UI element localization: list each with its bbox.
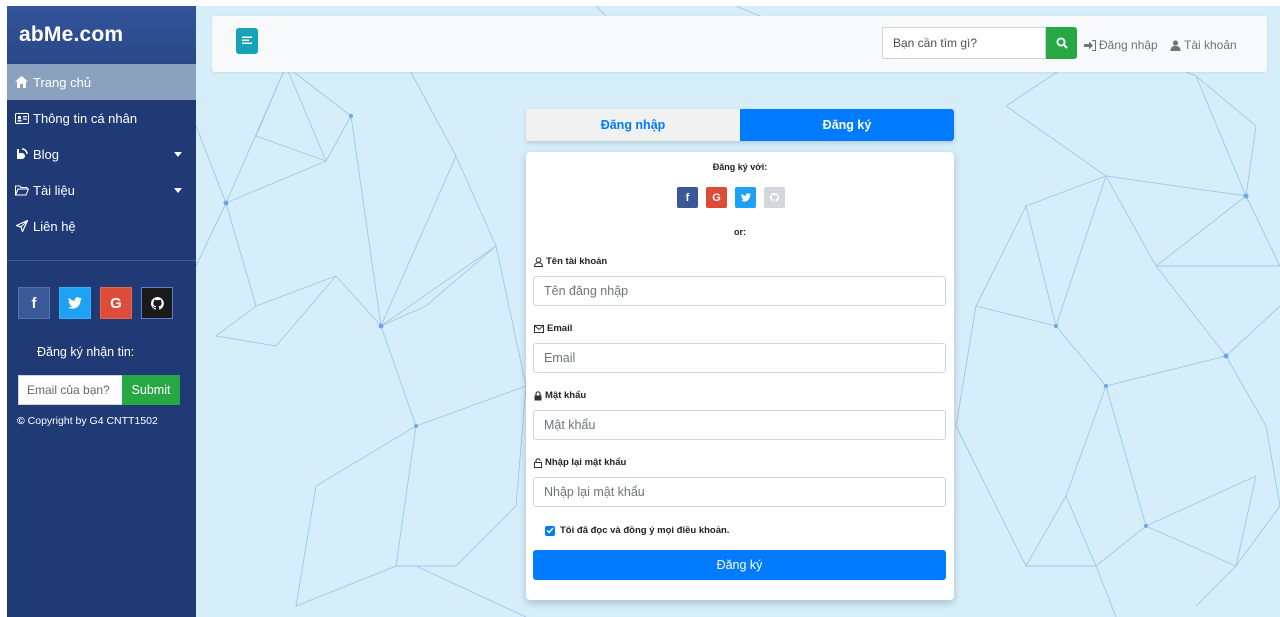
- facebook-icon: f: [685, 191, 690, 204]
- main-area: Đăng nhập Tài khoản Đăng nhập Đăng ký Đă…: [196, 6, 1280, 617]
- confirm-password-label-text: Nhập lại mật khẩu: [545, 457, 627, 468]
- twitter-icon: [740, 193, 751, 202]
- copyright-text: Copyright by G4 CNTT1502: [27, 415, 158, 427]
- username-input[interactable]: [533, 276, 946, 306]
- terms-agreement: Tôi đã đọc và đồng ý mọi điều khoản.: [545, 525, 729, 536]
- menu-icon: [242, 36, 252, 44]
- facebook-button[interactable]: f: [18, 287, 50, 319]
- email-input[interactable]: [533, 343, 946, 373]
- tab-login[interactable]: Đăng nhập: [526, 109, 740, 141]
- envelope-icon: [534, 324, 544, 333]
- username-label-text: Tên tài khoản: [546, 256, 608, 267]
- register-socials: f G: [677, 187, 785, 208]
- tab-register[interactable]: Đăng ký: [740, 109, 954, 141]
- id-card-icon: [13, 112, 30, 124]
- newsletter-form: Submit: [18, 375, 196, 405]
- github-icon: [770, 193, 779, 202]
- sidebar-item-contact[interactable]: Liên hệ: [7, 208, 196, 244]
- register-github-button[interactable]: [764, 187, 785, 208]
- email-label: Email: [534, 323, 572, 334]
- sign-in-icon: [1084, 39, 1096, 51]
- copyright: © Copyright by G4 CNTT1502: [7, 405, 196, 427]
- sidebar-item-blog[interactable]: Blog: [7, 136, 196, 172]
- github-button[interactable]: [141, 287, 173, 319]
- sidebar-socials: f G: [7, 261, 196, 319]
- home-icon: [13, 76, 30, 88]
- auth-tabs: Đăng nhập Đăng ký: [526, 109, 954, 141]
- or-label: or:: [734, 227, 746, 237]
- email-label-text: Email: [547, 323, 573, 334]
- facebook-icon: f: [31, 294, 37, 312]
- chevron-down-icon: [174, 188, 182, 193]
- lock-icon: [534, 390, 542, 400]
- search-button[interactable]: [1046, 27, 1077, 59]
- sidebar: abMe.com Trang chủ Thông tin cá nhân Blo…: [7, 6, 196, 617]
- account-link[interactable]: Tài khoản: [1170, 38, 1237, 52]
- github-icon: [150, 296, 164, 310]
- google-button[interactable]: G: [100, 287, 132, 319]
- sidebar-item-profile[interactable]: Thông tin cá nhân: [7, 100, 196, 136]
- sidebar-item-documents[interactable]: Tài liệu: [7, 172, 196, 208]
- user-icon: [1170, 39, 1181, 51]
- chevron-down-icon: [174, 152, 182, 157]
- brand-logo[interactable]: abMe.com: [7, 6, 196, 64]
- sidebar-item-label: Thông tin cá nhân: [33, 110, 138, 126]
- sidebar-item-label: Liên hệ: [33, 218, 76, 234]
- password-input[interactable]: [533, 410, 946, 440]
- password-label: Mật khẩu: [534, 390, 586, 401]
- twitter-icon: [68, 297, 82, 309]
- newsletter-title: Đăng ký nhận tin:: [37, 345, 135, 359]
- blog-icon: [13, 148, 30, 160]
- register-submit-button[interactable]: Đăng ký: [533, 550, 946, 580]
- password-label-text: Mật khẩu: [545, 390, 587, 401]
- send-icon: [13, 220, 30, 232]
- login-link[interactable]: Đăng nhập: [1084, 38, 1158, 52]
- sidebar-item-label: Tài liệu: [33, 182, 75, 198]
- check-icon: [546, 527, 554, 534]
- user-icon: [534, 256, 543, 267]
- copyright-icon: ©: [17, 415, 25, 427]
- folder-icon: [13, 185, 30, 196]
- top-navbar: Đăng nhập Tài khoản: [212, 16, 1267, 72]
- twitter-button[interactable]: [59, 287, 91, 319]
- menu-toggle-button[interactable]: [236, 28, 258, 54]
- register-google-button[interactable]: G: [706, 187, 727, 208]
- confirm-password-label: Nhập lại mật khẩu: [534, 457, 626, 468]
- account-link-label: Tài khoản: [1184, 38, 1237, 52]
- login-link-label: Đăng nhập: [1099, 38, 1158, 52]
- sidebar-item-label: Trang chủ: [33, 74, 92, 90]
- confirm-password-input[interactable]: [533, 477, 946, 507]
- unlock-icon: [534, 457, 542, 468]
- sidebar-item-home[interactable]: Trang chủ: [7, 64, 196, 100]
- sidebar-nav: Trang chủ Thông tin cá nhân Blog Tài liệ…: [7, 64, 196, 244]
- terms-label: Tôi đã đọc và đồng ý mọi điều khoản.: [560, 525, 730, 536]
- search-icon: [1056, 37, 1068, 49]
- register-twitter-button[interactable]: [735, 187, 756, 208]
- register-facebook-button[interactable]: f: [677, 187, 698, 208]
- newsletter-email-input[interactable]: [18, 375, 122, 405]
- register-with-label: Đăng ký với:: [712, 162, 768, 172]
- google-icon: G: [110, 294, 122, 312]
- google-icon: G: [712, 191, 721, 204]
- newsletter-submit-button[interactable]: Submit: [122, 375, 180, 405]
- register-card: Đăng ký với: f G or: Tên tài khoản Email…: [526, 152, 954, 600]
- search-input[interactable]: [882, 27, 1046, 59]
- terms-checkbox[interactable]: [545, 525, 555, 536]
- username-label: Tên tài khoản: [534, 256, 607, 267]
- sidebar-item-label: Blog: [33, 146, 60, 162]
